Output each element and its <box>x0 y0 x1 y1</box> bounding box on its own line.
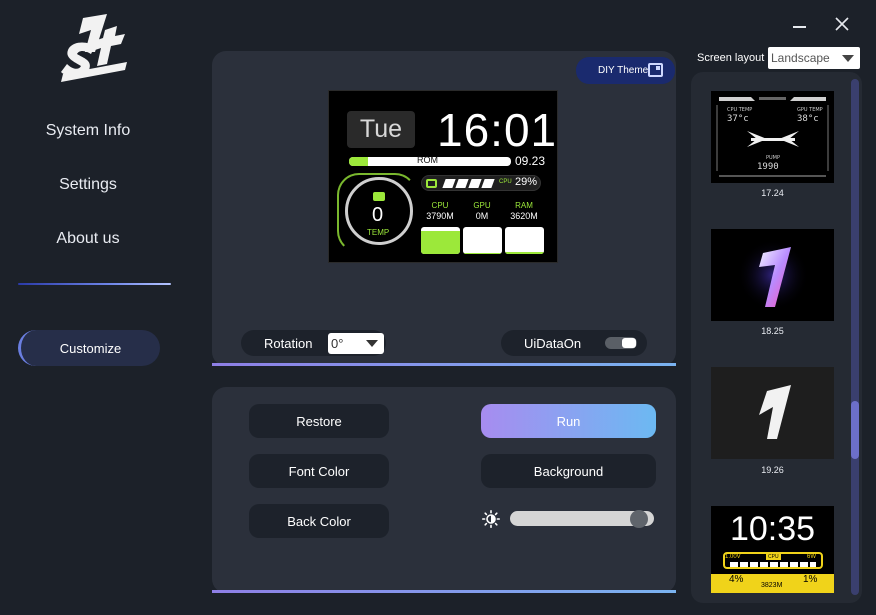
svg-text:37°c: 37°c <box>727 114 749 124</box>
layout-thumbnail-4[interactable]: 10:35 1.00V CPU 6W 4% 3823M 1% <box>711 506 834 593</box>
lcd-temp-label: TEMP <box>367 228 390 237</box>
lcd-col-value: 3790M <box>426 211 454 221</box>
close-icon <box>835 17 849 31</box>
lcd-col-name: RAM <box>515 201 533 210</box>
layout-thumbnail-caption: 17.24 <box>761 188 784 198</box>
thumb-bar-segments <box>730 562 816 567</box>
lcd-cpu-percent: 29% <box>515 176 538 188</box>
theme-x-preview: CPU TEMP GPU TEMP 37°c 38°c PUMP 1990 <box>711 91 834 183</box>
chip-icon <box>426 179 437 188</box>
lcd-rom-label: ROM <box>417 155 438 165</box>
lcd-col-value: 0M <box>475 211 489 221</box>
image-frame-icon <box>648 63 663 77</box>
battery-icon <box>373 192 385 201</box>
customize-button[interactable]: Customize <box>18 330 160 366</box>
minimize-icon <box>792 26 806 28</box>
background-button[interactable]: Background <box>481 454 656 488</box>
diy-theme-button[interactable]: DIY Theme <box>576 57 675 84</box>
brightness-slider-handle[interactable] <box>629 510 648 528</box>
lcd-temp-value: 0 <box>372 204 384 226</box>
uidata-toggle[interactable] <box>605 337 637 349</box>
lcd-col-name: GPU <box>473 201 491 210</box>
lcd-tile-fill <box>505 251 544 254</box>
diy-theme-label: DIY Theme <box>598 65 649 76</box>
restore-button[interactable]: Restore <box>249 404 389 438</box>
uidata-label: UiDataOn <box>524 335 582 351</box>
layout-thumbnail-caption: 19.26 <box>761 465 784 475</box>
lcd-tile-fill <box>421 231 460 254</box>
close-button[interactable] <box>830 12 854 36</box>
controls-panel-accent-line <box>212 590 676 593</box>
lcd-cpu-segment <box>468 179 482 188</box>
lcd-tile-fill <box>463 252 502 254</box>
thumb-time: 10:35 <box>729 510 816 548</box>
screen-layout-label: Screen layout <box>697 52 765 64</box>
layout-scrollbar-thumb[interactable] <box>851 401 859 459</box>
lcd-col-name: CPU <box>431 201 449 210</box>
sidebar-item-settings[interactable]: Settings <box>0 176 176 194</box>
back-color-button[interactable]: Back Color <box>249 504 389 538</box>
screen-layout-value: Landscape <box>771 51 830 65</box>
thumb-watt: 6W <box>807 554 816 560</box>
chevron-down-icon <box>842 55 854 62</box>
lcd-tile-ram <box>505 227 544 254</box>
lcd-col-cpu: CPU 3790M <box>421 201 459 221</box>
chevron-down-icon <box>366 340 378 347</box>
lcd-cpu-segment <box>455 179 469 188</box>
svg-text:38°c: 38°c <box>797 114 819 124</box>
rotation-label: Rotation <box>264 335 313 351</box>
run-button[interactable]: Run <box>481 404 656 438</box>
thumb-cpu: CPU <box>766 554 781 560</box>
lcd-tile-cpu <box>421 227 460 254</box>
toggle-knob <box>622 338 636 348</box>
lcd-col-ram: RAM 3620M <box>505 201 543 221</box>
rotation-value: 0° <box>331 336 344 351</box>
lcd-col-gpu: GPU 0M <box>463 201 501 221</box>
svg-text:1990: 1990 <box>757 162 779 172</box>
lcd-col-value: 3620M <box>510 211 538 221</box>
rotation-select[interactable]: 0° <box>328 333 384 354</box>
svg-text:PUMP: PUMP <box>766 155 780 161</box>
thumb-pct-right: 1% <box>803 574 818 585</box>
lcd-rom-value: 09.23 <box>515 154 546 168</box>
lcd-preview-screen: Tue 16:01 ROM 09.23 0 TEMP CPU 29% CPU 3… <box>328 90 558 263</box>
lcd-day: Tue <box>347 111 415 148</box>
layout-scrollbar[interactable] <box>851 79 859 595</box>
preview-panel-accent-line <box>212 363 676 366</box>
lcd-rom-fill <box>349 157 369 166</box>
sidebar-divider <box>18 283 171 285</box>
screen-layout-select[interactable]: Landscape <box>768 47 860 69</box>
lcd-cpu-segment <box>481 179 495 188</box>
thumb-voltage: 1.00V <box>725 554 741 560</box>
layout-thumbnail-3[interactable] <box>711 367 834 459</box>
lcd-cpu-segment <box>442 179 456 188</box>
thumb-pct-left: 4% <box>729 574 744 585</box>
lcd-tile-gpu <box>463 227 502 254</box>
theme-neon-one-preview <box>711 229 834 321</box>
layout-thumbnail-2[interactable] <box>711 229 834 321</box>
thumb-freq: 3823M <box>761 582 783 589</box>
theme-white-one-preview <box>711 367 834 459</box>
lcd-cpu-label: CPU <box>499 179 512 185</box>
lcd-time: 16:01 <box>437 104 558 156</box>
sidebar-item-about-us[interactable]: About us <box>0 230 176 248</box>
sidebar-item-system-info[interactable]: System Info <box>0 122 176 140</box>
svg-text:CPU TEMP: CPU TEMP <box>727 107 752 113</box>
font-color-button[interactable]: Font Color <box>249 454 389 488</box>
minimize-button[interactable] <box>787 12 811 36</box>
svg-text:GPU TEMP: GPU TEMP <box>797 107 823 113</box>
brand-logo <box>55 12 135 94</box>
layout-thumbnail-caption: 18.25 <box>761 326 784 336</box>
layout-thumbnail-1[interactable]: CPU TEMP GPU TEMP 37°c 38°c PUMP 1990 <box>711 91 834 183</box>
brightness-icon <box>482 510 500 528</box>
